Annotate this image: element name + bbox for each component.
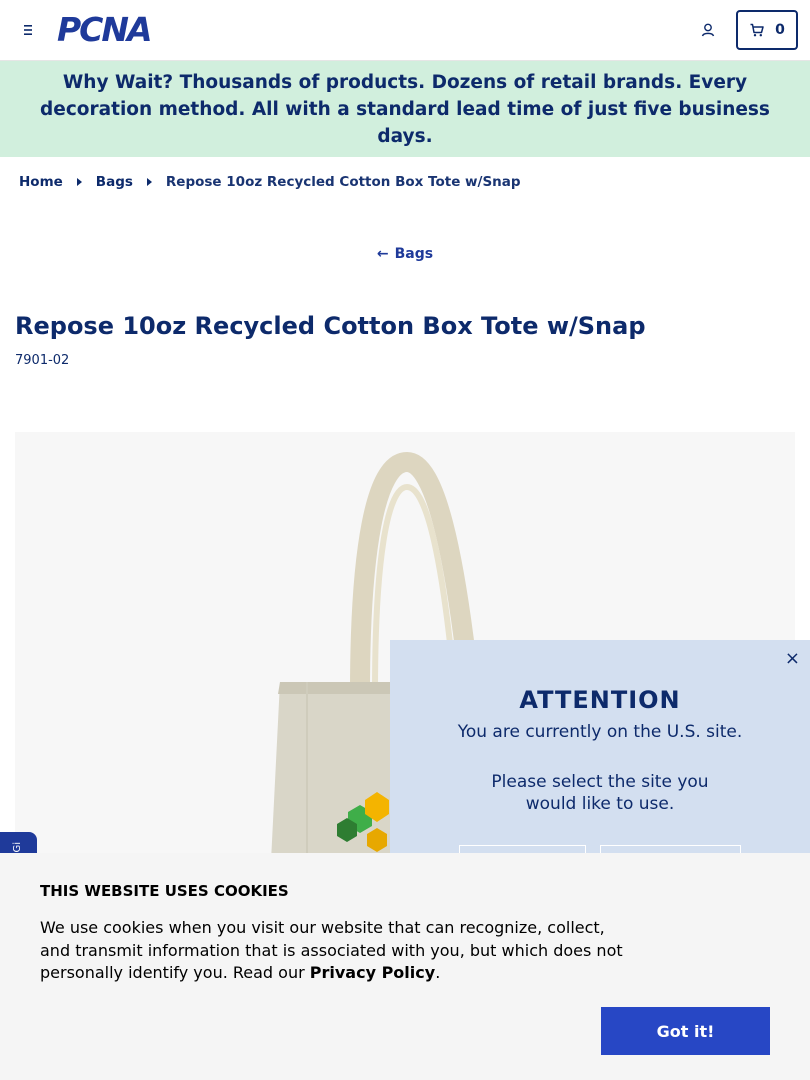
cookie-period: . bbox=[435, 963, 441, 982]
cookie-title: THIS WEBSITE USES COOKIES bbox=[40, 882, 289, 900]
breadcrumb: Home Bags Repose 10oz Recycled Cotton Bo… bbox=[19, 174, 521, 190]
account-icon[interactable] bbox=[698, 20, 718, 40]
cookie-text: We use cookies when you visit our websit… bbox=[40, 917, 630, 985]
promo-banner: Why Wait? Thousands of products. Dozens … bbox=[0, 61, 810, 157]
cart-count: 0 bbox=[775, 22, 785, 38]
cart-icon bbox=[750, 23, 764, 37]
accept-cookies-button[interactable]: Got it! bbox=[601, 1007, 770, 1055]
product-title: Repose 10oz Recycled Cotton Box Tote w/S… bbox=[15, 312, 646, 340]
promo-lead: Why Wait? bbox=[62, 71, 174, 93]
back-link-label: Bags bbox=[394, 246, 434, 262]
modal-title: ATTENTION bbox=[519, 686, 681, 714]
promo-text: Why Wait? Thousands of products. Dozens … bbox=[12, 69, 798, 150]
back-to-category-link[interactable]: ← Bags bbox=[0, 246, 810, 262]
breadcrumb-home[interactable]: Home bbox=[19, 174, 63, 190]
privacy-policy-link[interactable]: Privacy Policy bbox=[310, 963, 435, 982]
hamburger-menu-icon[interactable] bbox=[18, 20, 38, 40]
pcna-logo[interactable]: PCNA bbox=[57, 13, 177, 46]
cookie-banner: THIS WEBSITE USES COOKIES We use cookies… bbox=[0, 853, 810, 1080]
side-tab-label: Gi bbox=[12, 842, 23, 853]
breadcrumb-current: Repose 10oz Recycled Cotton Box Tote w/S… bbox=[165, 174, 521, 190]
modal-prompt: Please select the site you would like to… bbox=[491, 772, 709, 814]
breadcrumb-separator-icon bbox=[76, 178, 82, 186]
cart-button[interactable]: 0 bbox=[736, 10, 798, 50]
product-sku: 7901-02 bbox=[15, 353, 70, 368]
modal-subtitle: You are currently on the U.S. site. bbox=[457, 722, 743, 742]
breadcrumb-separator-icon bbox=[146, 178, 152, 186]
logo-text: PCNA bbox=[57, 10, 153, 49]
breadcrumb-bags[interactable]: Bags bbox=[96, 174, 133, 190]
close-icon[interactable]: × bbox=[785, 648, 800, 669]
arrow-left-icon: ← bbox=[376, 246, 389, 262]
site-header: PCNA 0 bbox=[0, 0, 810, 61]
